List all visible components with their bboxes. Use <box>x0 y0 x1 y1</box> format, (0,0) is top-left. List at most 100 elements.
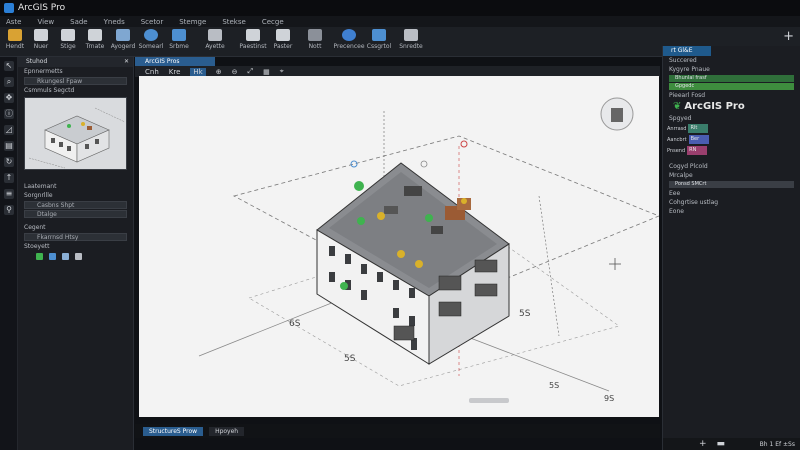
building-scene: 6S 5S 5S 5S 9S <box>198 97 659 403</box>
green-tool-icon[interactable] <box>36 253 43 260</box>
swatch-row[interactable]: Pnsend RN <box>663 145 800 156</box>
map-tool[interactable]: Cnh <box>145 68 159 76</box>
layers-icon <box>116 29 130 41</box>
map-document-tab[interactable]: ArcGIS Pros <box>135 57 215 66</box>
panel-row[interactable]: Stoeyett <box>18 242 133 251</box>
panel-row[interactable]: Sorgnrllle <box>18 191 133 200</box>
tab-structure-view[interactable]: StructureS Prow <box>143 426 204 436</box>
panel-row[interactable]: Laatemant <box>18 182 133 191</box>
network-tool-icon[interactable] <box>75 253 82 260</box>
panel-row[interactable]: Succered <box>663 56 800 65</box>
ribbon-button-export[interactable]: Paster <box>270 29 296 50</box>
pan-icon[interactable]: ✥ <box>4 93 14 103</box>
menu-item[interactable]: Stemge <box>179 18 206 26</box>
share-tool-icon[interactable] <box>62 253 69 260</box>
dimension-label: 5S <box>344 354 356 364</box>
template-icon <box>88 29 102 41</box>
map-tool-selected[interactable]: Hk <box>190 67 206 76</box>
menu-item[interactable]: Aste <box>6 18 22 26</box>
map-tool[interactable]: Kre <box>169 68 181 76</box>
navigate-icon[interactable]: ⌖ <box>280 67 284 76</box>
status-bar[interactable]: Gpgedc <box>669 83 794 90</box>
app-title: ArcGIS Pro <box>18 3 66 13</box>
ribbon-button-new[interactable]: Nuer <box>28 29 54 50</box>
dimension-label: 5S <box>549 381 559 390</box>
scene-thumbnail[interactable] <box>24 97 127 170</box>
panel-row[interactable]: Eone <box>663 207 800 216</box>
left-panel: Stuhod ✕ Epnnermetts Rkungesl Fpaw Csmmul… <box>18 57 134 450</box>
panel-row[interactable]: Cohgrtise ustlag <box>663 198 800 207</box>
ribbon-button-save[interactable]: Stige <box>55 29 81 50</box>
add-icon[interactable]: + <box>783 29 794 44</box>
menu-item[interactable]: Stekse <box>222 18 246 26</box>
menu-item[interactable]: View <box>38 18 55 26</box>
ribbon-button-layers[interactable]: Ayogerd <box>110 29 136 50</box>
pointer-icon[interactable]: ↖ <box>4 61 14 71</box>
panel-row[interactable]: Cegent <box>18 223 133 232</box>
dimension-label: 6S <box>289 319 301 329</box>
panel-field[interactable]: Rkungesl Fpaw <box>24 77 127 85</box>
full-extent-icon[interactable]: ⤢ <box>247 67 253 76</box>
search-icon[interactable]: ⚲ <box>4 205 14 215</box>
panel-field[interactable]: Casbns Shpt <box>24 201 127 209</box>
color-swatch[interactable]: Rlt <box>688 124 709 133</box>
arcgis-leaf-icon: ❦ <box>673 101 682 112</box>
zoom-icon[interactable]: ⌕ <box>4 77 14 87</box>
chart-icon[interactable]: ▤ <box>4 141 14 151</box>
ribbon-button-stack[interactable]: Nott <box>302 29 328 50</box>
identify-icon[interactable]: ⓘ <box>4 109 14 119</box>
panel-row[interactable]: Pieearl Fosd <box>663 91 800 100</box>
panel-row[interactable]: Kygyre Pnaue <box>663 65 800 74</box>
left-toolstrip: ↖ ⌕ ✥ ⓘ ◿ ▤ ↻ ↑ ≡ ⚲ <box>0 57 18 450</box>
minus-icon[interactable]: ▬ <box>717 439 726 449</box>
menu-item[interactable]: Yneds <box>104 18 125 26</box>
status-bar[interactable]: Bhunlal frasf <box>669 75 794 82</box>
layout-icon[interactable]: ▦ <box>263 68 270 76</box>
bottom-tab-bar: StructureS Prow Hpoyeh <box>135 424 660 438</box>
gear-icon <box>144 29 158 41</box>
measure-icon[interactable]: ◿ <box>4 125 14 135</box>
right-panel-tab[interactable]: rt Gl&E <box>663 46 711 56</box>
color-swatch[interactable]: RN <box>687 146 708 155</box>
share-icon <box>404 29 418 41</box>
ribbon-button-paste[interactable]: Hendt <box>2 29 28 50</box>
tab-secondary[interactable]: Hpoyeh <box>209 426 245 436</box>
ribbon-button-share[interactable]: Snredte <box>398 29 424 50</box>
panel-tools <box>18 253 133 260</box>
rotate-icon[interactable]: ↻ <box>4 157 14 167</box>
table-tool-icon[interactable] <box>49 253 56 260</box>
color-swatch[interactable]: Ber <box>688 135 709 144</box>
ribbon-button-presence[interactable]: Precencee <box>334 29 365 50</box>
swatch-row[interactable]: Aancbrt Ber <box>663 134 800 145</box>
title-bar: ArcGIS Pro <box>0 0 800 16</box>
menu-item[interactable]: Sade <box>70 18 87 26</box>
zoom-out-icon[interactable]: ⊖ <box>232 68 238 76</box>
layers-icon[interactable]: ≡ <box>4 189 14 199</box>
panel-row[interactable]: Cogyd Plcold <box>663 162 800 171</box>
ribbon-button-gear[interactable]: Somearl <box>138 29 164 50</box>
dimension-label: 9S <box>604 394 614 403</box>
right-panel-footer: + ▬ Bh 1 Ef ±Ss <box>663 438 800 450</box>
panel-row[interactable]: Csmmuls Segctd <box>18 86 133 95</box>
swatch-row[interactable]: Anrrasd Rlt <box>663 123 800 134</box>
panel-field[interactable]: Ponsd SMCrt <box>669 181 794 188</box>
panel-row[interactable]: Eee <box>663 189 800 198</box>
up-arrow-icon[interactable]: ↑ <box>4 173 14 183</box>
panel-field[interactable]: Dtalge <box>24 210 127 218</box>
ribbon-button-template[interactable]: Trnate <box>82 29 108 50</box>
add-icon[interactable]: + <box>699 439 707 449</box>
menu-item[interactable]: Scetor <box>141 18 164 26</box>
ribbon-button-measure[interactable]: Ayette <box>202 29 228 50</box>
building-thumbnail-image <box>28 107 126 169</box>
panel-row[interactable]: Epnnermetts <box>18 67 133 76</box>
panel-field[interactable]: Fkarrnsd Htsy <box>24 233 127 241</box>
close-icon[interactable]: ✕ <box>124 57 129 67</box>
scene-view[interactable]: 6S 5S 5S 5S 9S <box>139 76 659 417</box>
ribbon-button-pen[interactable]: Cssgrtol <box>366 29 392 50</box>
export-icon <box>276 29 290 41</box>
ribbon-button-settings[interactable]: Srbme <box>166 29 192 50</box>
panel-row[interactable]: Mrcalpe <box>663 171 800 180</box>
ribbon-button-import[interactable]: Paestinst <box>239 29 267 50</box>
menu-item[interactable]: Cecge <box>262 18 284 26</box>
zoom-in-icon[interactable]: ⊕ <box>216 68 222 76</box>
